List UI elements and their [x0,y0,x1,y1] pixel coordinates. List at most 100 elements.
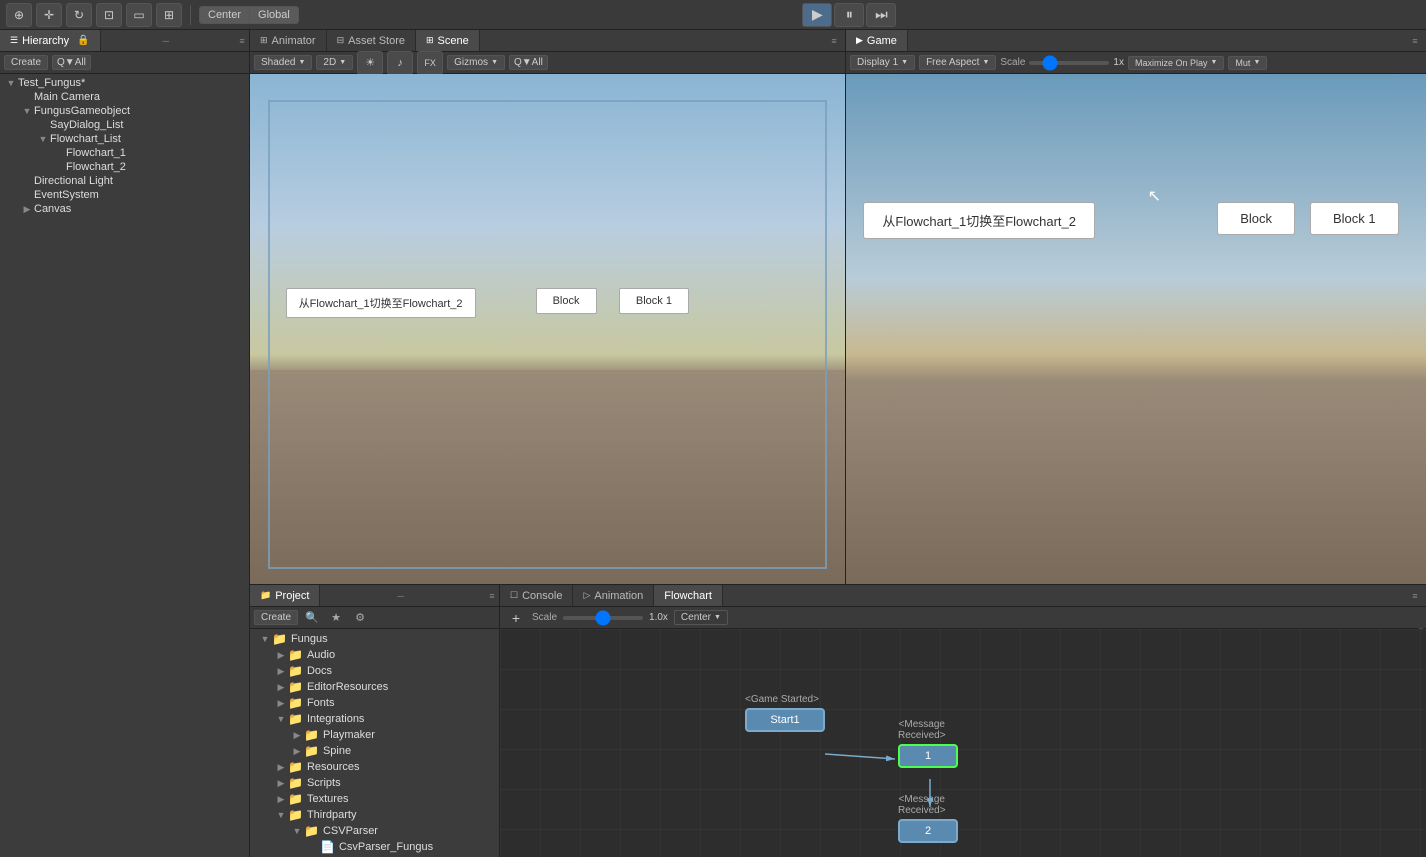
tree-item-flowchart-1[interactable]: ▶ Flowchart_1 [0,146,249,160]
global-btn[interactable]: Global [250,7,298,23]
project-fav-btn[interactable]: ★ [326,609,346,627]
tab-project[interactable]: 📁 Project [250,585,320,606]
project-tree-spine[interactable]: ▶ 📁 Spine [250,743,499,759]
tab-asset-store[interactable]: ⊟ Asset Store [327,30,416,51]
project-panel: 📁 Project ─ ≡ Create 🔍 ★ ⚙ ▼ 📁 [250,585,500,857]
top-toolbar: ⊕ ✛ ↻ ⊡ ▭ ⊞ Center Global ▶ ⏸ ⏭ [0,0,1426,30]
tab-game[interactable]: ▶ Game [846,30,908,51]
move-tool-btn[interactable]: ✛ [36,3,62,27]
pause-btn[interactable]: ⏸ [834,3,864,27]
label-canvas: Canvas [34,203,71,215]
project-panel-menu[interactable]: ─ [394,589,408,603]
tree-item-main-camera[interactable]: ▶ Main Camera [0,90,249,104]
tab-scene[interactable]: ⊞ Scene [416,30,480,51]
project-tree-docs[interactable]: ▶ 📁 Docs [250,663,499,679]
label-flowchart-1: Flowchart_1 [66,147,126,159]
folder-icon-scripts: 📁 [288,776,303,790]
tree-item-saydialog[interactable]: ▶ SayDialog_List [0,118,249,132]
scale-tool-btn[interactable]: ⊡ [96,3,122,27]
flowchart-block-start1[interactable]: Start1 [745,708,825,732]
project-settings-btn[interactable]: ⚙ [350,609,370,627]
scene-btn-block1[interactable]: Block 1 [619,288,689,314]
step-btn[interactable]: ⏭ [866,3,896,27]
tab-animator[interactable]: ⊞ Animator [250,30,327,51]
game-btn-flowchart[interactable]: 从Flowchart_1切换至Flowchart_2 [863,202,1095,239]
project-tree-audio[interactable]: ▶ 📁 Audio [250,647,499,663]
game-aspect-dropdown[interactable]: Free Aspect [919,55,996,70]
project-tree-scripts[interactable]: ▶ 📁 Scripts [250,775,499,791]
project-search-btn[interactable]: 🔍 [302,609,322,627]
tab-flowchart[interactable]: Flowchart [654,585,723,606]
tree-item-flowchart-2[interactable]: ▶ Flowchart_2 [0,160,249,174]
scene-2d-btn[interactable]: 2D [316,55,353,70]
game-mute-btn[interactable]: Mut [1228,56,1267,70]
project-tree-editor-resources[interactable]: ▶ 📁 EditorResources [250,679,499,695]
scene-btn-flowchart[interactable]: 从Flowchart_1切换至Flowchart_2 [286,288,476,318]
tab-console[interactable]: ☐ Console [500,585,573,606]
scene-lighting-btn[interactable]: ☀ [357,51,383,75]
scene-btn-block[interactable]: Block [536,288,597,314]
game-scale-slider[interactable] [1029,61,1109,65]
project-tree-textures[interactable]: ▶ 📁 Textures [250,791,499,807]
project-tree-csvparser-fungus[interactable]: ▶ 📄 CsvParser_Fungus [250,839,499,855]
hierarchy-panel: ☰ Hierarchy 🔒 ─ ≡ Create Q▼All ▼ Test_Fu… [0,30,250,857]
game-tab-bar: ▶ Game ≡ [846,30,1426,52]
play-btn[interactable]: ▶ [802,3,832,27]
tab-animation[interactable]: ▷ Animation [573,585,654,606]
project-tree-fonts[interactable]: ▶ 📁 Fonts [250,695,499,711]
transform-tool-btn[interactable]: ⊞ [156,3,182,27]
project-panel-close[interactable]: ≡ [485,589,499,603]
rotate-tool-btn[interactable]: ↻ [66,3,92,27]
game-maximize-btn[interactable]: Maximize On Play [1128,56,1224,70]
project-tree-integrations[interactable]: ▼ 📁 Integrations [250,711,499,727]
toggle-integrations: ▼ [274,714,288,724]
flowchart-center-btn[interactable]: Center [674,610,728,625]
project-tree-resources[interactable]: ▶ 📁 Resources [250,759,499,775]
game-scale-label: Scale [1000,57,1025,68]
flowchart-block-1[interactable]: 1 [898,744,958,768]
tree-item-test-fungus[interactable]: ▼ Test_Fungus* [0,76,249,90]
game-display-dropdown[interactable]: Display 1 [850,55,915,70]
flowchart-add-btn[interactable]: + [506,609,526,627]
center-btn[interactable]: Center [200,7,250,23]
flowchart-scale-slider[interactable] [563,616,643,620]
scene-search[interactable]: Q▼All [509,55,548,70]
rect-tool-btn[interactable]: ▭ [126,3,152,27]
game-toolbar: Display 1 Free Aspect Scale 1x Maximize … [846,52,1426,74]
project-create-btn[interactable]: Create [254,610,298,625]
game-panel-menu[interactable]: ≡ [1408,34,1422,48]
flowchart-block-2[interactable]: 2 [898,819,958,843]
hierarchy-minimize-btn[interactable]: ─ [159,34,173,48]
label-main-camera: Main Camera [34,91,100,103]
flowchart-panel-menu[interactable]: ≡ [1408,589,1422,603]
label-spine: Spine [323,745,351,757]
tree-item-canvas[interactable]: ▶ Canvas [0,202,249,216]
scene-panel-menu[interactable]: ≡ [827,34,841,48]
game-btn-block[interactable]: Block [1217,202,1295,235]
scene-fx-btn[interactable]: FX [417,51,443,75]
project-tree-fungus[interactable]: ▼ 📁 Fungus [250,631,499,647]
project-tree-csvparser[interactable]: ▼ 📁 CSVParser [250,823,499,839]
folder-icon-spine: 📁 [304,744,319,758]
project-tree-thirdparty[interactable]: ▼ 📁 Thirdparty [250,807,499,823]
label-fungus-go: FungusGameobject [34,105,130,117]
hierarchy-create-btn[interactable]: Create [4,55,48,70]
game-scale-value: 1x [1113,57,1124,68]
label-flowchart-2: Flowchart_2 [66,161,126,173]
scene-gizmos-dropdown[interactable]: Gizmos [447,55,505,70]
scene-audio-btn[interactable]: ♪ [387,51,413,75]
tree-item-fungus-go[interactable]: ▼ FungusGameobject [0,104,249,118]
project-tree-playmaker[interactable]: ▶ 📁 Playmaker [250,727,499,743]
toggle-playmaker: ▶ [290,730,304,741]
hand-tool-btn[interactable]: ⊕ [6,3,32,27]
toggle-flowchart-list: ▼ [36,134,50,144]
tree-item-event-system[interactable]: ▶ EventSystem [0,188,249,202]
animator-tab-icon: ⊞ [260,35,268,46]
scene-shading-dropdown[interactable]: Shaded [254,55,312,70]
asset-store-tab-icon: ⊟ [337,35,345,46]
tab-hierarchy[interactable]: ☰ Hierarchy 🔒 [0,30,101,51]
tree-item-directional-light[interactable]: ▶ Directional Light [0,174,249,188]
hierarchy-close-btn[interactable]: ≡ [235,34,249,48]
game-btn-block1[interactable]: Block 1 [1310,202,1399,235]
tree-item-flowchart-list[interactable]: ▼ Flowchart_List [0,132,249,146]
